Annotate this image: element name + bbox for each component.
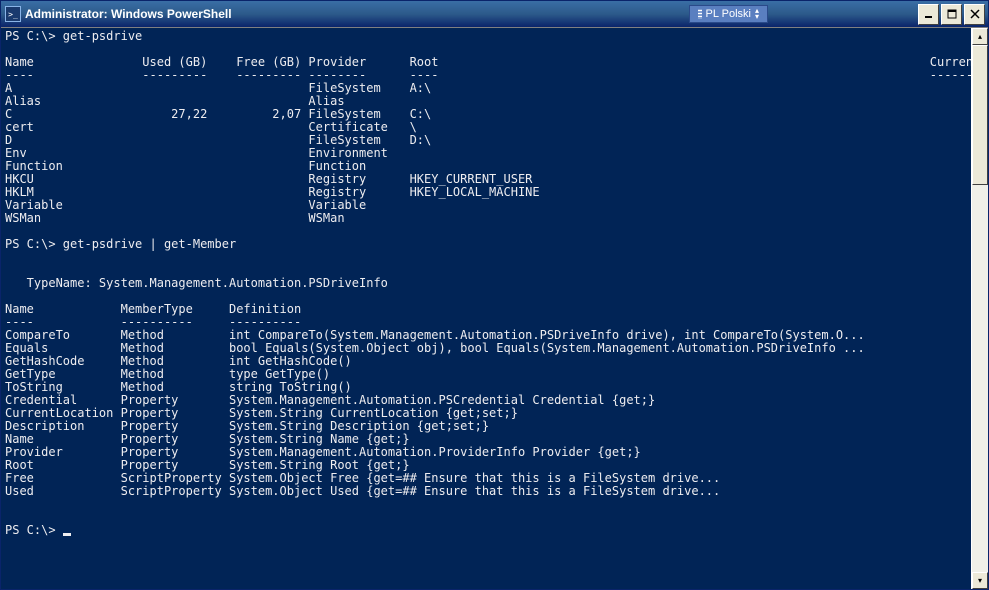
language-label: PL Polski bbox=[706, 8, 751, 20]
cursor bbox=[63, 533, 71, 536]
console-output[interactable]: PS C:\> get-psdrive Name Used (GB) Free … bbox=[1, 28, 971, 589]
scroll-up-button[interactable]: ▴ bbox=[972, 28, 988, 45]
spinner-arrows-icon: ▴▾ bbox=[755, 8, 759, 20]
scroll-track[interactable] bbox=[972, 45, 988, 572]
close-button[interactable] bbox=[964, 4, 985, 25]
scroll-thumb[interactable] bbox=[972, 45, 988, 185]
console-area: PS C:\> get-psdrive Name Used (GB) Free … bbox=[1, 27, 988, 589]
powershell-icon bbox=[5, 6, 21, 22]
titlebar[interactable]: Administrator: Windows PowerShell PL Pol… bbox=[1, 1, 988, 27]
language-indicator[interactable]: PL Polski ▴▾ bbox=[689, 5, 768, 23]
window-title: Administrator: Windows PowerShell bbox=[25, 7, 689, 21]
maximize-icon bbox=[947, 9, 957, 19]
scroll-down-button[interactable]: ▾ bbox=[972, 572, 988, 589]
vertical-scrollbar[interactable]: ▴ ▾ bbox=[971, 28, 988, 589]
minimize-button[interactable] bbox=[918, 4, 939, 25]
minimize-icon bbox=[924, 9, 934, 19]
grip-dots-icon bbox=[698, 9, 702, 19]
maximize-button[interactable] bbox=[941, 4, 962, 25]
close-icon bbox=[970, 9, 980, 19]
window-controls bbox=[918, 4, 985, 25]
powershell-window: Administrator: Windows PowerShell PL Pol… bbox=[0, 0, 989, 590]
